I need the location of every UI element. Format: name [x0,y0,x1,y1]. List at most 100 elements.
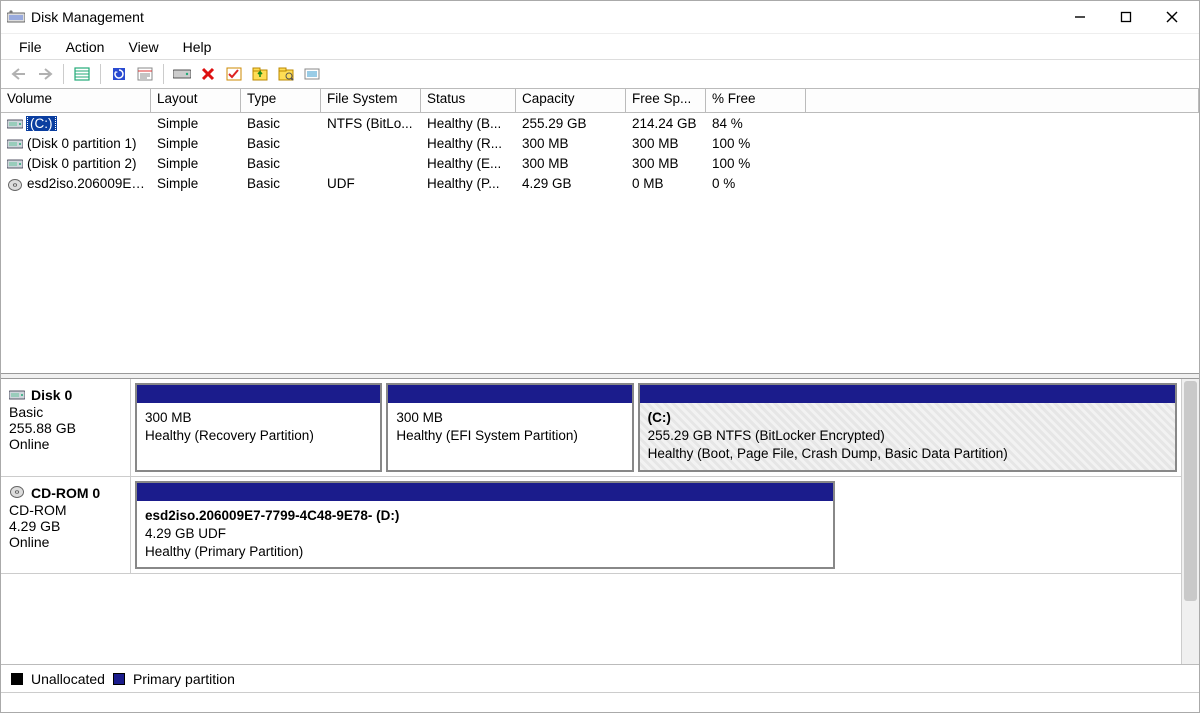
disk-state: Online [9,436,122,452]
drive-icon [7,158,23,170]
delete-button[interactable] [196,63,220,85]
app-icon [7,9,25,25]
partition-label: esd2iso.206009E7-7799-4C48-9E78- (D:)4.2… [137,501,833,568]
col-spacer[interactable] [806,89,1199,112]
menu-action[interactable]: Action [54,37,117,57]
col-type[interactable]: Type [241,89,321,112]
check-button[interactable] [222,63,246,85]
col-status[interactable]: Status [421,89,516,112]
toolbar [1,59,1199,89]
close-button[interactable] [1149,1,1195,33]
titlebar: Disk Management [1,1,1199,33]
menu-view[interactable]: View [116,37,170,57]
partition-block[interactable]: esd2iso.206009E7-7799-4C48-9E78- (D:)4.2… [135,481,835,570]
volume-row[interactable]: (Disk 0 partition 1)SimpleBasicHealthy (… [1,133,1199,153]
volume-status-cell: Healthy (P... [421,176,516,191]
disk-state: Online [9,534,122,550]
disk-label-pane[interactable]: CD-ROM 0CD-ROM4.29 GBOnline [1,477,131,574]
volume-status-cell: Healthy (E... [421,156,516,171]
volume-capacity-cell: 300 MB [516,136,626,151]
explore-button-2[interactable] [274,63,298,85]
volume-list[interactable]: (C:) SimpleBasicNTFS (BitLo...Healthy (B.… [1,113,1199,373]
drive-icon [7,118,23,130]
app-window: Disk Management File Action View Help Vo… [0,0,1200,713]
partition-size: 300 MB [396,409,623,427]
cd-icon [9,485,25,502]
disk-size: 255.88 GB [9,420,122,436]
volume-pct-cell: 100 % [706,136,806,151]
volume-name-cell: (Disk 0 partition 2) [1,156,151,171]
col-capacity[interactable]: Capacity [516,89,626,112]
forward-button[interactable] [33,63,57,85]
volume-name: (Disk 0 partition 1) [27,136,137,151]
volume-row[interactable]: esd2iso.206009E7...SimpleBasicUDFHealthy… [1,173,1199,193]
partition-status: Healthy (Recovery Partition) [145,427,372,445]
volume-free-cell: 300 MB [626,156,706,171]
volume-layout-cell: Simple [151,136,241,151]
app-title: Disk Management [31,9,144,25]
volume-name-cell: (C:) [1,116,151,131]
partition-status: Healthy (EFI System Partition) [396,427,623,445]
volume-type-cell: Basic [241,136,321,151]
col-pctfree[interactable]: % Free [706,89,806,112]
partition-size: 300 MB [145,409,372,427]
partition-block[interactable]: 300 MBHealthy (Recovery Partition) [135,383,382,472]
volume-type-cell: Basic [241,116,321,131]
disk-graphical-view: Disk 0Basic255.88 GBOnline300 MBHealthy … [1,379,1199,664]
back-button[interactable] [7,63,31,85]
volume-pct-cell: 0 % [706,176,806,191]
disk-partitions: esd2iso.206009E7-7799-4C48-9E78- (D:)4.2… [131,477,1181,574]
volume-fs-cell: NTFS (BitLo... [321,116,421,131]
partition-status: Healthy (Primary Partition) [145,543,825,561]
partition-label: (C:)255.29 GB NTFS (BitLocker Encrypted)… [640,403,1175,470]
partition-size: 4.29 GB UDF [145,525,825,543]
volume-name-cell: (Disk 0 partition 1) [1,136,151,151]
partition-color-bar [137,483,833,501]
disk-partitions: 300 MBHealthy (Recovery Partition)300 MB… [131,379,1181,476]
col-layout[interactable]: Layout [151,89,241,112]
disk-kind: Basic [9,404,122,420]
col-volume[interactable]: Volume [1,89,151,112]
disk-name: Disk 0 [31,387,72,403]
volume-name-cell: esd2iso.206009E7... [1,176,151,191]
disk-kind: CD-ROM [9,502,122,518]
disk-row: CD-ROM 0CD-ROM4.29 GBOnlineesd2iso.20600… [1,477,1181,575]
legend: Unallocated Primary partition [1,664,1199,692]
volume-capacity-cell: 300 MB [516,156,626,171]
volume-free-cell: 214.24 GB [626,116,706,131]
scrollbar-thumb[interactable] [1184,381,1197,601]
list-button[interactable] [300,63,324,85]
show-hide-console-tree-button[interactable] [70,63,94,85]
partition-block[interactable]: (C:)255.29 GB NTFS (BitLocker Encrypted)… [638,383,1177,472]
volume-pct-cell: 84 % [706,116,806,131]
volume-row[interactable]: (C:) SimpleBasicNTFS (BitLo...Healthy (B.… [1,113,1199,133]
volume-free-cell: 300 MB [626,136,706,151]
col-filesystem[interactable]: File System [321,89,421,112]
minimize-button[interactable] [1057,1,1103,33]
drive-tool-button[interactable] [170,63,194,85]
volume-free-cell: 0 MB [626,176,706,191]
volume-row[interactable]: (Disk 0 partition 2)SimpleBasicHealthy (… [1,153,1199,173]
menu-file[interactable]: File [7,37,54,57]
col-freespace[interactable]: Free Sp... [626,89,706,112]
menu-help[interactable]: Help [171,37,224,57]
legend-swatch-unallocated [11,673,23,685]
volume-capacity-cell: 4.29 GB [516,176,626,191]
legend-primary-label: Primary partition [133,671,235,687]
partition-label: 300 MBHealthy (Recovery Partition) [137,403,380,451]
maximize-button[interactable] [1103,1,1149,33]
partition-status: Healthy (Boot, Page File, Crash Dump, Ba… [648,445,1167,463]
explore-button-1[interactable] [248,63,272,85]
volume-name: (C:) [27,116,56,131]
volume-layout-cell: Simple [151,116,241,131]
volume-capacity-cell: 255.29 GB [516,116,626,131]
partition-color-bar [388,385,631,403]
disk-label-pane[interactable]: Disk 0Basic255.88 GBOnline [1,379,131,476]
properties-button[interactable] [133,63,157,85]
partition-block[interactable]: 300 MBHealthy (EFI System Partition) [386,383,633,472]
refresh-button[interactable] [107,63,131,85]
disk-name: CD-ROM 0 [31,485,100,501]
volume-status-cell: Healthy (B... [421,116,516,131]
volume-name: (Disk 0 partition 2) [27,156,137,171]
graphical-vscrollbar[interactable] [1181,379,1199,664]
